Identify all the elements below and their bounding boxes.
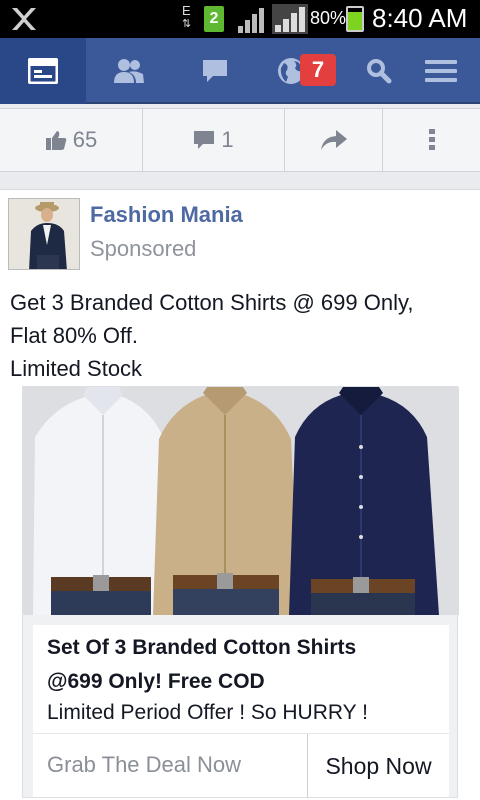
tab-messages[interactable]: [172, 38, 258, 104]
post-action-bar: 65 1: [0, 108, 480, 172]
messages-icon: [203, 60, 227, 82]
ad-image[interactable]: [23, 387, 459, 615]
tab-menu[interactable]: [402, 38, 480, 104]
ad-info[interactable]: Set Of 3 Branded Cotton Shirts @699 Only…: [33, 625, 449, 798]
facebook-navbar: 7: [0, 38, 480, 104]
ad-card[interactable]: Set Of 3 Branded Cotton Shirts @699 Only…: [22, 386, 459, 798]
shop-now-button[interactable]: Shop Now: [307, 734, 449, 798]
post-text-line: Limited Stock: [10, 356, 143, 381]
share-button[interactable]: [285, 109, 383, 171]
post-text: Get 3 Branded Cotton Shirts @ 699 Only, …: [10, 286, 470, 385]
sponsored-post: Fashion Mania Sponsored Get 3 Branded Co…: [0, 189, 480, 800]
clock: 8:40 AM: [372, 3, 468, 33]
signal-icon: [272, 4, 308, 34]
friends-icon: [114, 59, 144, 83]
menu-icon: [425, 60, 457, 82]
app-logo-icon: [12, 8, 36, 30]
battery-percent: 80%: [310, 8, 347, 28]
avatar[interactable]: [8, 198, 80, 270]
page-name-link[interactable]: Fashion Mania: [90, 202, 243, 228]
share-icon: [320, 130, 347, 150]
search-icon: [367, 59, 392, 84]
sim-slot-indicator: 2: [204, 6, 224, 32]
sponsored-label: Sponsored: [90, 236, 197, 261]
data-arrows: ⇅: [182, 18, 192, 30]
status-bar: E ⇅ 2 80% 8:40 AM: [0, 0, 480, 38]
network-type: E: [182, 3, 191, 18]
more-icon: [428, 129, 435, 150]
comment-count: 1: [221, 127, 234, 152]
more-options-button[interactable]: [383, 109, 480, 171]
tab-friend-requests[interactable]: [86, 38, 172, 104]
like-count: 65: [72, 127, 98, 152]
comment-button[interactable]: 1: [143, 109, 285, 171]
ad-title-line: @699 Only! Free COD: [47, 670, 265, 693]
notifications-badge: 7: [300, 54, 336, 86]
signal-icon: [238, 8, 264, 33]
ad-footer: Grab The Deal Now Shop Now: [33, 733, 449, 798]
tab-news-feed[interactable]: [0, 38, 86, 104]
ad-title-line: Set Of 3 Branded Cotton Shirts: [47, 636, 357, 659]
post-text-line: Flat 80% Off.: [10, 323, 138, 348]
like-icon: [45, 131, 67, 150]
news-feed-icon: [28, 58, 58, 84]
ad-description: Limited Period Offer ! So HURRY !: [47, 701, 368, 724]
comment-icon: [194, 131, 215, 149]
shirts-photo: [23, 387, 459, 615]
battery-icon: [346, 6, 364, 32]
like-button[interactable]: 65: [0, 109, 143, 171]
ad-link-caption[interactable]: Grab The Deal Now: [47, 752, 241, 778]
avatar-image: [9, 199, 79, 269]
post-text-line: Get 3 Branded Cotton Shirts @ 699 Only,: [10, 290, 414, 315]
ad-title: Set Of 3 Branded Cotton Shirts @699 Only…: [47, 631, 437, 699]
